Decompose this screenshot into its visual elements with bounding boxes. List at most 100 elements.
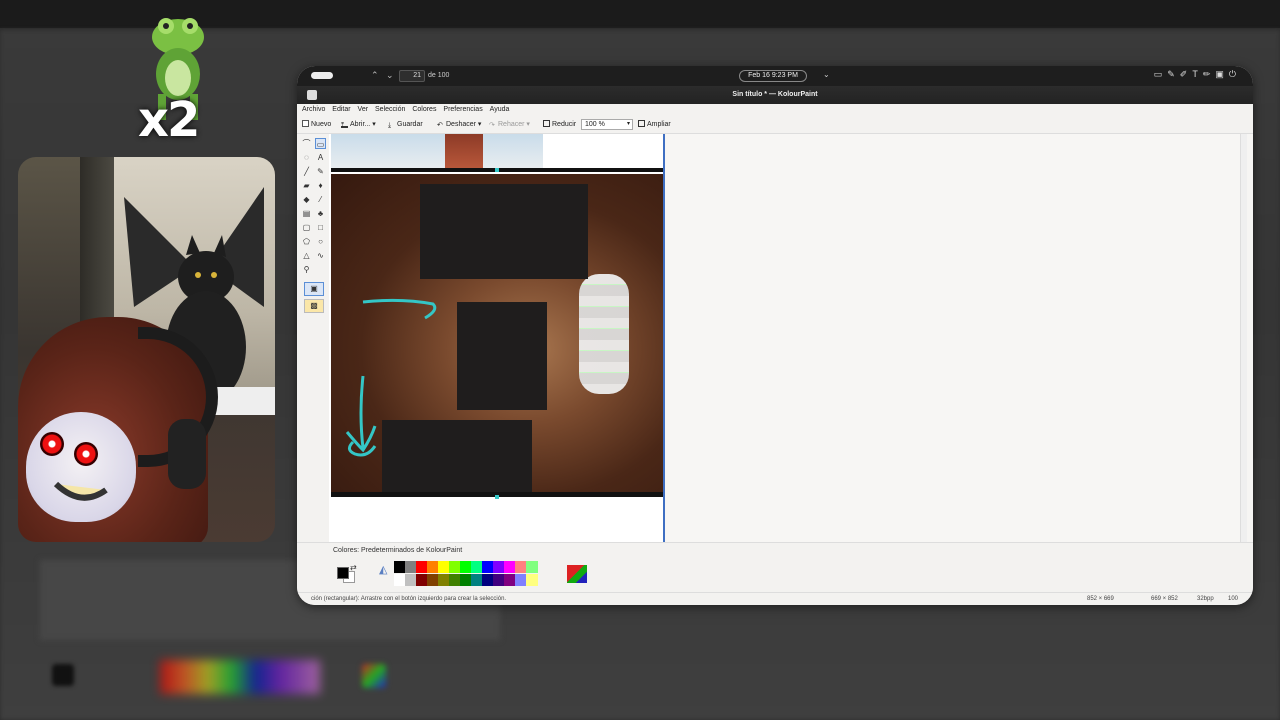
chevron-down-icon[interactable]: ⌄	[823, 70, 830, 79]
color-palette: Colores: Predeterminados de KolourPaint …	[297, 542, 1253, 592]
app-icon[interactable]	[307, 90, 317, 100]
rounded-rect-icon[interactable]: ▢	[301, 222, 312, 233]
tray-icons: ▭✎✐T✏▣⏻	[1154, 69, 1241, 80]
highlighter-icon[interactable]: ✐	[1180, 69, 1193, 79]
background-color-cube	[362, 664, 386, 688]
line-tool-icon[interactable]: ╱	[301, 166, 312, 177]
pen-icon[interactable]: ✎	[1167, 69, 1180, 79]
chevron-down-icon[interactable]: ▾	[526, 121, 530, 128]
menu-ver[interactable]: Ver	[358, 104, 369, 116]
menu-bar: Archivo Editar Ver Selección Colores Pre…	[297, 104, 1253, 116]
chat-icon[interactable]: ▭	[1154, 69, 1168, 79]
undo-button[interactable]: ↶ Deshacer ▾	[437, 120, 481, 130]
menu-editar[interactable]: Editar	[332, 104, 350, 116]
status-message: ción (rectangular): Arrastre con el botó…	[311, 596, 507, 602]
menu-colores[interactable]: Colores	[412, 104, 436, 116]
color-eraser-icon[interactable]: ▤	[301, 208, 312, 219]
polygon-icon[interactable]: ⬠	[301, 236, 312, 247]
undo-label: Deshacer	[446, 121, 476, 128]
selection-handle-bottom[interactable]	[495, 495, 499, 499]
color-cube-icon[interactable]	[567, 565, 587, 583]
text-icon[interactable]: T	[1192, 69, 1203, 79]
brush-icon[interactable]: ♦	[315, 180, 326, 191]
spraycan-icon[interactable]: ♣	[315, 208, 326, 219]
multiplier-badge: x2	[138, 92, 200, 148]
zoom-out-label: Reducir	[552, 121, 577, 128]
new-button[interactable]: Nuevo	[302, 120, 331, 130]
eraser-icon[interactable]: ▰	[301, 180, 312, 191]
swap-colors-icon[interactable]: ⇄	[350, 563, 357, 572]
pen-tool-icon[interactable]: ✎	[315, 166, 326, 177]
background-pen-color	[52, 664, 74, 686]
tool-box: ⌒ ▭ ◌ A ╱ ✎ ▰ ♦ ◆ ⁄ ▤ ♣ ▢ □ ⬠ ○ △ ∿ ⚲ ▣ …	[297, 134, 329, 542]
text-tool-icon[interactable]: A	[315, 152, 326, 163]
mask-mouth	[53, 481, 108, 501]
activities-button[interactable]	[311, 72, 333, 79]
redo-icon: ↷	[489, 122, 495, 129]
zoom-in-icon	[638, 120, 645, 127]
chevron-down-icon: ▾	[626, 121, 630, 127]
canvas-area[interactable]	[329, 134, 1247, 542]
zoom-out-button[interactable]: Reducir	[543, 120, 576, 130]
window-icon[interactable]: ▣	[1215, 69, 1229, 79]
color-depth: 32bpp	[1197, 596, 1214, 602]
window-title: Sin título * — KolourPaint	[732, 91, 818, 98]
rect-select-icon[interactable]: ▭	[315, 138, 326, 149]
color-swatch[interactable]	[526, 574, 538, 586]
tower-image	[445, 134, 483, 168]
redo-label: Rehacer	[498, 121, 525, 128]
zoom-tool-icon[interactable]: ⚲	[301, 264, 312, 275]
rectangle-icon[interactable]: □	[315, 222, 326, 233]
color-similarity-icon[interactable]: ◭	[379, 563, 387, 576]
pasted-photo	[331, 174, 663, 494]
background-palette	[160, 660, 320, 694]
menu-seleccion[interactable]: Selección	[375, 104, 405, 116]
free-select-icon[interactable]: ⌒	[301, 138, 312, 149]
status-zoom: 100	[1228, 596, 1239, 602]
new-label: Nuevo	[311, 121, 332, 128]
menu-preferencias[interactable]: Preferencias	[443, 104, 482, 116]
pencil-icon[interactable]: ✏	[1203, 69, 1216, 79]
save-label: Guardar	[397, 121, 423, 128]
foreground-background-colors[interactable]: ⇄	[335, 563, 359, 587]
zoom-select[interactable]: 100 % ▾	[581, 119, 633, 130]
fill-icon[interactable]: ◆	[301, 194, 312, 205]
page-number-input[interactable]: 21	[399, 70, 425, 82]
transparent-selection-icon[interactable]: ▩	[304, 299, 324, 313]
opaque-selection-icon[interactable]: ▣	[304, 282, 324, 296]
polyline-icon[interactable]: △	[301, 250, 312, 261]
open-label: Abrir...	[350, 121, 371, 128]
chevron-down-icon[interactable]: ▾	[372, 121, 376, 128]
save-button[interactable]: ⤓ Guardar	[388, 120, 423, 130]
canvas-edge-handle[interactable]	[663, 134, 665, 542]
selection-size: 669 × 852	[1151, 596, 1178, 602]
zoom-in-button[interactable]: Ampliar	[638, 120, 671, 130]
page-total: de 100	[428, 72, 450, 79]
menu-ayuda[interactable]: Ayuda	[490, 104, 510, 116]
menu-archivo[interactable]: Archivo	[302, 104, 325, 116]
ellipse-icon[interactable]: ○	[315, 236, 326, 247]
new-document-icon	[302, 120, 309, 127]
undo-icon: ↶	[437, 122, 443, 129]
zoom-in-label: Ampliar	[647, 121, 671, 128]
page-down-icon[interactable]: ⌄	[386, 70, 394, 81]
color-swatch[interactable]	[526, 561, 538, 573]
cyan-annotations	[345, 298, 437, 457]
document-canvas[interactable]	[329, 134, 665, 542]
open-button[interactable]: ⤒ Abrir... ▾	[341, 120, 376, 130]
mask-face	[26, 412, 136, 522]
palette-label: Colores: Predeterminados de KolourPaint	[333, 547, 463, 554]
selection-handle-top[interactable]	[495, 168, 499, 172]
chevron-down-icon[interactable]: ▾	[478, 121, 482, 128]
curve-icon[interactable]: ∿	[315, 250, 326, 261]
ellipse-select-icon[interactable]: ◌	[301, 152, 312, 163]
page-up-icon[interactable]: ⌃	[371, 70, 379, 81]
vertical-scrollbar[interactable]	[1240, 134, 1247, 542]
redo-button[interactable]: ↷ Rehacer ▾	[489, 120, 530, 130]
power-icon[interactable]: ⏻	[1229, 69, 1241, 79]
foreground-color-swatch[interactable]	[337, 567, 349, 579]
headset-earcup	[168, 419, 206, 489]
color-picker-icon[interactable]: ⁄	[315, 194, 326, 205]
clock[interactable]: Feb 16 9:23 PM	[739, 70, 807, 82]
zoom-value: 100 %	[585, 121, 605, 128]
